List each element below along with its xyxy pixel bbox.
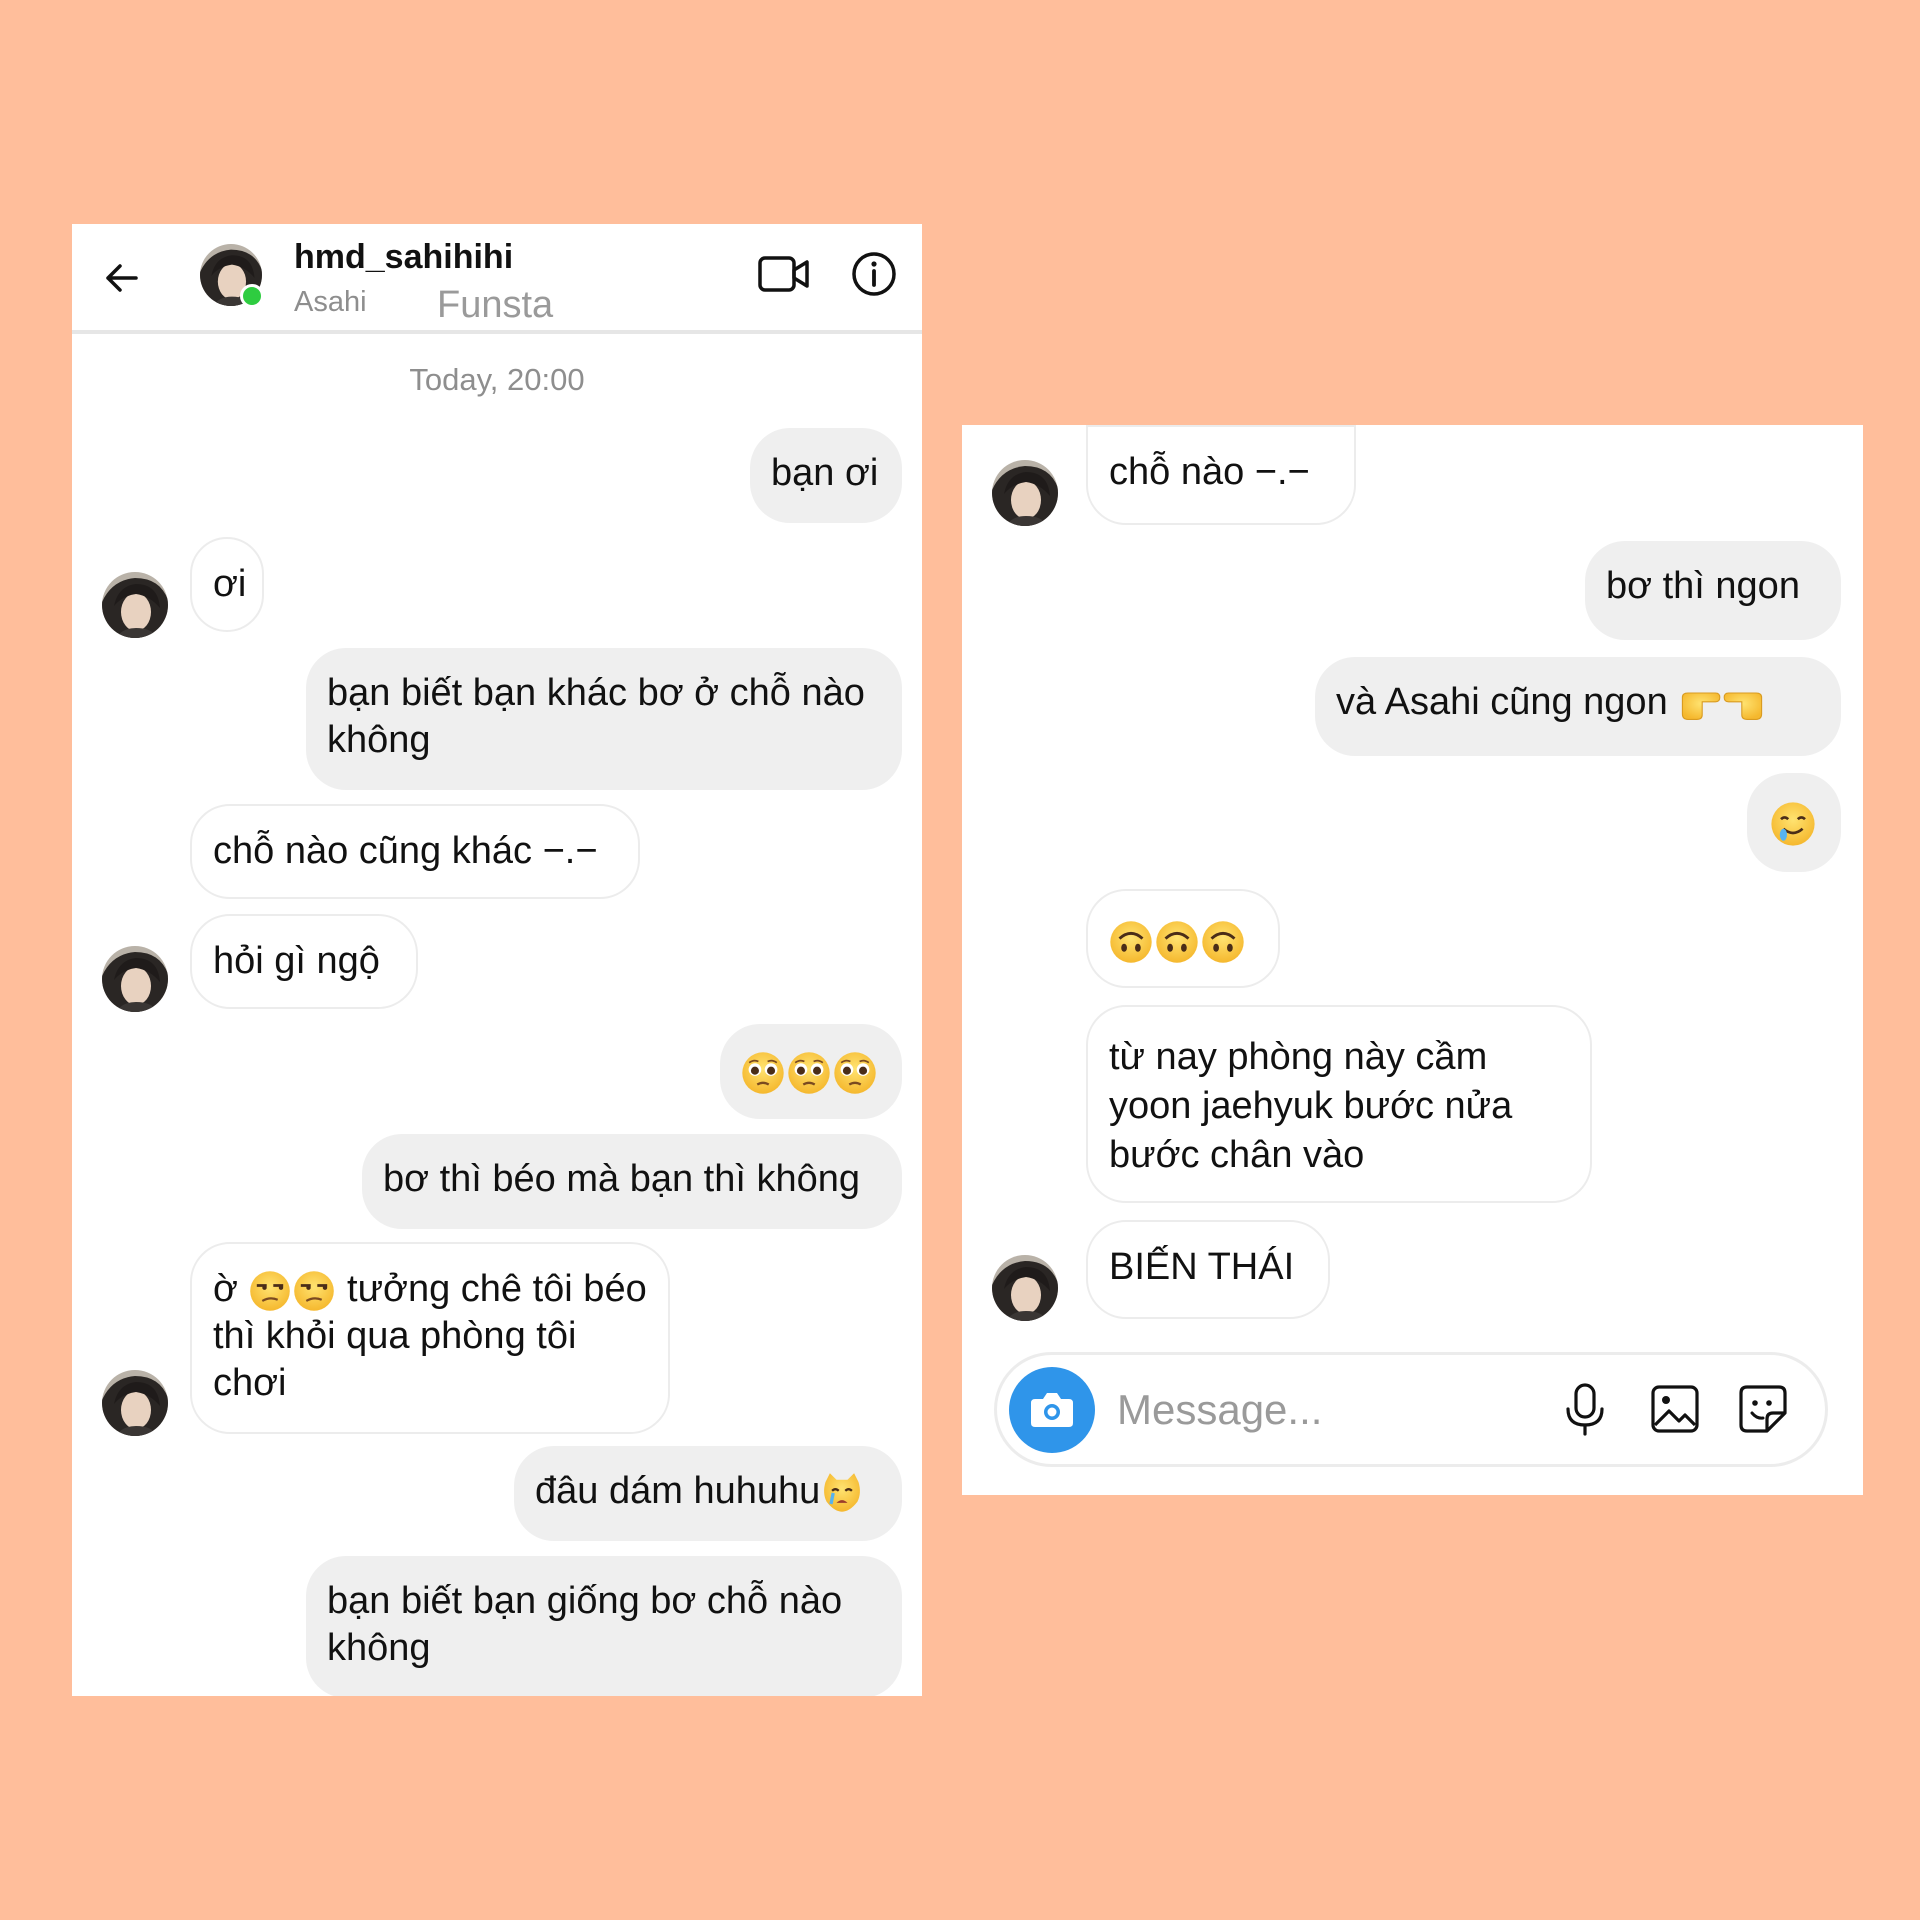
- message-text: đâu dám huhuhu: [535, 1470, 821, 1512]
- message-text: BIẾN THÁI: [1109, 1246, 1295, 1288]
- message-input[interactable]: [1115, 1381, 1539, 1439]
- message-text: bơ thì ngon: [1606, 565, 1800, 607]
- outgoing-message[interactable]: bơ thì béo mà bạn thì không: [362, 1134, 902, 1229]
- point-left-emoji-icon: [1722, 682, 1766, 726]
- incoming-message[interactable]: [1086, 889, 1280, 988]
- pleading-face-emoji-icon: [740, 1050, 786, 1096]
- message-text: và Asahi cũng ngon: [1336, 681, 1668, 723]
- incoming-message[interactable]: ơi: [190, 537, 264, 632]
- message-composer: [994, 1352, 1828, 1467]
- upside-down-face-emoji-icon: [1200, 919, 1246, 965]
- video-call-icon[interactable]: [758, 252, 810, 296]
- outgoing-message[interactable]: bơ thì ngon: [1585, 541, 1841, 640]
- gallery-icon[interactable]: [1649, 1383, 1701, 1435]
- camera-icon: [1031, 1393, 1073, 1427]
- message-text: bạn biết bạn khác bơ ở chỗ nào không: [327, 672, 865, 761]
- message-text: ơi: [213, 563, 247, 605]
- message-text-prefix: ờ: [213, 1268, 238, 1310]
- drooling-face-emoji-icon: [1769, 800, 1817, 848]
- info-icon[interactable]: [850, 250, 898, 298]
- message-text: bạn biết bạn giống bơ chỗ nào không: [327, 1580, 843, 1669]
- avatar: [992, 460, 1058, 526]
- avatar: [102, 1370, 168, 1436]
- message-timestamp: Today, 20:00: [409, 362, 585, 397]
- camera-button[interactable]: [1009, 1367, 1095, 1453]
- sticker-icon[interactable]: [1737, 1383, 1789, 1435]
- chat-header: hmd_sahihihi Asahi Funsta: [72, 224, 922, 334]
- online-status-dot: [240, 284, 264, 308]
- incoming-message[interactable]: hỏi gì ngộ: [190, 914, 418, 1009]
- back-arrow-icon[interactable]: [102, 258, 142, 298]
- incoming-message[interactable]: BIẾN THÁI: [1086, 1220, 1330, 1319]
- message-text: hỏi gì ngộ: [213, 940, 380, 982]
- crying-cat-emoji-icon: [820, 1471, 864, 1515]
- pleading-face-emoji-icon: [786, 1050, 832, 1096]
- upside-down-face-emoji-icon: [1108, 919, 1154, 965]
- incoming-message[interactable]: chỗ nào cũng khác −.−: [190, 804, 640, 899]
- chat-panel-left: hmd_sahihihi Asahi Funsta Today, 20:00 b…: [72, 224, 922, 1696]
- microphone-icon[interactable]: [1561, 1381, 1609, 1437]
- outgoing-message[interactable]: bạn biết bạn giống bơ chỗ nào không: [306, 1556, 902, 1696]
- message-text: bạn ơi: [771, 452, 879, 494]
- avatar: [992, 1255, 1058, 1321]
- chat-display-name: Asahi: [294, 286, 367, 318]
- avatar: [102, 572, 168, 638]
- unamused-face-emoji-icon: [248, 1269, 292, 1313]
- avatar: [102, 946, 168, 1012]
- chat-panel-right: chỗ nào −.− bơ thì ngon và Asahi cũng ng…: [962, 425, 1863, 1495]
- message-text: bơ thì béo mà bạn thì không: [383, 1158, 861, 1200]
- message-text: từ nay phòng này cầm yoon jaehyuk bước n…: [1109, 1036, 1513, 1176]
- message-text: chỗ nào −.−: [1109, 451, 1310, 493]
- upside-down-face-emoji-icon: [1154, 919, 1200, 965]
- incoming-message[interactable]: từ nay phòng này cầm yoon jaehyuk bước n…: [1086, 1005, 1592, 1203]
- message-text: chỗ nào cũng khác −.−: [213, 830, 598, 872]
- outgoing-message[interactable]: bạn biết bạn khác bơ ở chỗ nào không: [306, 648, 902, 790]
- incoming-message[interactable]: ờ tưởng chê tôi béo thì khỏi qua phòng t…: [190, 1242, 670, 1434]
- point-right-emoji-icon: [1678, 682, 1722, 726]
- chat-username[interactable]: hmd_sahihihi: [294, 238, 513, 277]
- outgoing-message[interactable]: bạn ơi: [750, 428, 902, 523]
- incoming-message[interactable]: chỗ nào −.−: [1086, 425, 1356, 525]
- pleading-face-emoji-icon: [832, 1050, 878, 1096]
- outgoing-message[interactable]: [1747, 773, 1841, 872]
- account-label: Funsta: [437, 284, 554, 326]
- unamused-face-emoji-icon: [292, 1269, 336, 1313]
- outgoing-message[interactable]: đâu dám huhuhu: [514, 1446, 902, 1541]
- outgoing-message[interactable]: [720, 1024, 902, 1119]
- outgoing-message[interactable]: và Asahi cũng ngon: [1315, 657, 1841, 756]
